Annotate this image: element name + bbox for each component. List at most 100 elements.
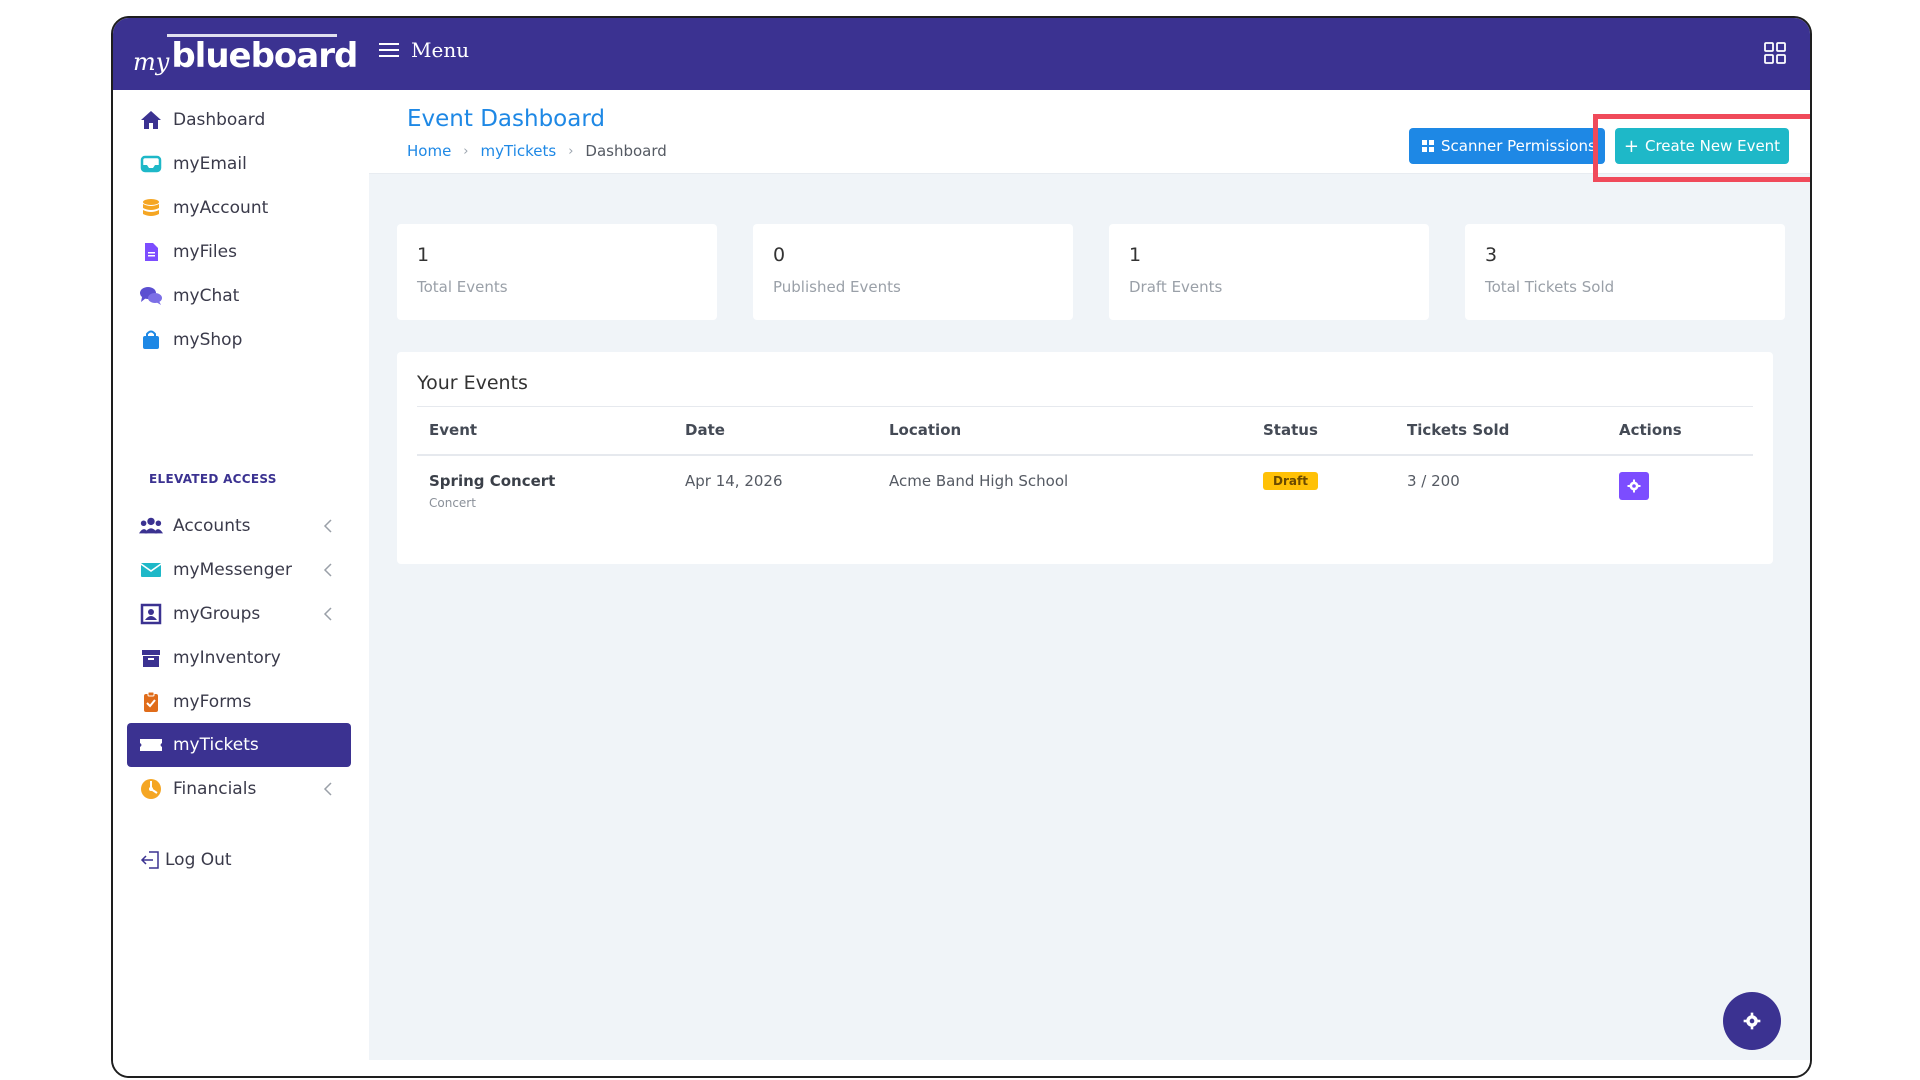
sidebar-item-label: myTickets — [173, 735, 259, 755]
column-header-event: Event — [429, 421, 478, 439]
menu-label: Menu — [411, 38, 470, 62]
sidebar-item-label: Dashboard — [173, 110, 266, 130]
pie-chart-icon — [139, 777, 163, 801]
event-type: Concert — [429, 496, 476, 510]
sidebar-item-accounts[interactable]: Accounts — [127, 504, 351, 548]
sidebar-item-label: myInventory — [173, 648, 281, 668]
events-title: Your Events — [417, 372, 528, 394]
ticket-icon — [139, 733, 163, 757]
stat-value: 0 — [773, 244, 786, 266]
menu-toggle-button[interactable]: Menu — [379, 38, 469, 62]
stat-value: 3 — [1485, 244, 1498, 266]
column-header-date: Date — [685, 421, 725, 439]
events-table: Event Date Location Status Tickets Sold … — [417, 406, 1753, 536]
breadcrumb-separator-icon: › — [463, 143, 469, 159]
file-icon — [139, 240, 163, 264]
chevron-left-icon — [323, 782, 332, 796]
chevron-left-icon — [323, 563, 332, 577]
brand-logo[interactable]: my blueboard — [133, 28, 358, 76]
stat-card-draft-events: 1 Draft Events — [1109, 224, 1429, 320]
sidebar-item-label: myGroups — [173, 604, 261, 624]
status-badge: Draft — [1263, 472, 1318, 490]
sidebar-item-label: myMessenger — [173, 560, 292, 580]
sidebar-item-label: Accounts — [173, 516, 251, 536]
breadcrumb-separator-icon: › — [568, 143, 574, 159]
sidebar-item-mymessenger[interactable]: myMessenger — [127, 548, 351, 592]
settings-fab-button[interactable] — [1723, 992, 1781, 1050]
sidebar-item-myforms[interactable]: myForms — [127, 680, 351, 724]
stat-value: 1 — [417, 244, 430, 266]
shopping-bag-icon — [139, 328, 163, 352]
brand-prefix: my — [133, 48, 170, 76]
stat-card-published-events: 0 Published Events — [753, 224, 1073, 320]
stat-label: Published Events — [773, 278, 901, 296]
breadcrumb-current: Dashboard — [585, 142, 667, 160]
stat-label: Total Events — [417, 278, 508, 296]
grid-icon — [1422, 140, 1434, 152]
users-icon — [139, 514, 163, 538]
logout-label: Log Out — [165, 850, 232, 870]
gear-icon — [1627, 479, 1641, 493]
event-tickets-sold: 3 / 200 — [1407, 472, 1460, 490]
sidebar: Dashboard myEmail myAccount myFiles myCh… — [113, 90, 369, 1076]
sidebar-item-myemail[interactable]: myEmail — [127, 142, 351, 186]
sidebar-item-label: myChat — [173, 286, 240, 306]
logout-link[interactable]: Log Out — [127, 838, 351, 882]
sidebar-item-myshop[interactable]: myShop — [127, 318, 351, 362]
sidebar-item-label: myEmail — [173, 154, 247, 174]
sidebar-item-label: Financials — [173, 779, 257, 799]
sidebar-item-label: myShop — [173, 330, 243, 350]
sidebar-item-dashboard[interactable]: Dashboard — [127, 98, 351, 142]
sidebar-item-label: myForms — [173, 692, 252, 712]
table-header: Event Date Location Status Tickets Sold … — [417, 406, 1753, 456]
stat-card-total-tickets-sold: 3 Total Tickets Sold — [1465, 224, 1785, 320]
sidebar-item-myfiles[interactable]: myFiles — [127, 230, 351, 274]
brand-name: blueboard — [171, 36, 358, 76]
breadcrumb: Home › myTickets › Dashboard — [407, 142, 667, 160]
column-header-tickets-sold: Tickets Sold — [1407, 421, 1510, 439]
sidebar-item-label: myAccount — [173, 198, 269, 218]
column-header-status: Status — [1263, 421, 1318, 439]
breadcrumb-mytickets[interactable]: myTickets — [481, 142, 557, 160]
event-settings-button[interactable] — [1619, 472, 1649, 500]
envelope-icon — [139, 558, 163, 582]
breadcrumb-home[interactable]: Home — [407, 142, 451, 160]
footer-strip — [369, 1060, 1810, 1076]
grid-icon[interactable] — [1764, 42, 1786, 64]
stat-label: Draft Events — [1129, 278, 1223, 296]
groups-icon — [139, 602, 163, 626]
database-icon — [139, 196, 163, 220]
sidebar-item-label: myFiles — [173, 242, 237, 262]
logo-underline — [167, 34, 337, 37]
scanner-permissions-label: Scanner Permissions — [1441, 137, 1596, 155]
inbox-icon — [139, 152, 163, 176]
sidebar-item-financials[interactable]: Financials — [127, 767, 351, 811]
events-card: Your Events Event Date Location Status T… — [397, 352, 1773, 564]
hamburger-icon — [379, 42, 399, 58]
stat-value: 1 — [1129, 244, 1142, 266]
sidebar-item-myinventory[interactable]: myInventory — [127, 636, 351, 680]
home-icon — [139, 108, 163, 132]
sidebar-item-mychat[interactable]: myChat — [127, 274, 351, 318]
chevron-left-icon — [323, 607, 332, 621]
top-bar: my blueboard Menu — [113, 18, 1810, 90]
scanner-permissions-button[interactable]: Scanner Permissions — [1409, 128, 1605, 164]
gear-icon — [1743, 1012, 1761, 1030]
sidebar-item-myaccount[interactable]: myAccount — [127, 186, 351, 230]
stat-label: Total Tickets Sold — [1485, 278, 1615, 296]
event-name[interactable]: Spring Concert — [429, 472, 555, 490]
page-title: Event Dashboard — [407, 106, 605, 132]
section-label-elevated-access: ELEVATED ACCESS — [149, 472, 277, 486]
column-header-actions: Actions — [1619, 421, 1682, 439]
event-date: Apr 14, 2026 — [685, 472, 783, 490]
event-location: Acme Band High School — [889, 472, 1069, 490]
sidebar-item-mytickets[interactable]: myTickets — [127, 723, 351, 767]
app-window: my blueboard Menu Dashboard myEmail myAc… — [111, 16, 1812, 1078]
stat-card-total-events: 1 Total Events — [397, 224, 717, 320]
sidebar-item-mygroups[interactable]: myGroups — [127, 592, 351, 636]
column-header-location: Location — [889, 421, 962, 439]
archive-icon — [139, 646, 163, 670]
table-row[interactable]: Spring Concert Concert Apr 14, 2026 Acme… — [417, 456, 1753, 536]
logout-icon — [139, 848, 163, 872]
chat-icon — [139, 284, 163, 308]
